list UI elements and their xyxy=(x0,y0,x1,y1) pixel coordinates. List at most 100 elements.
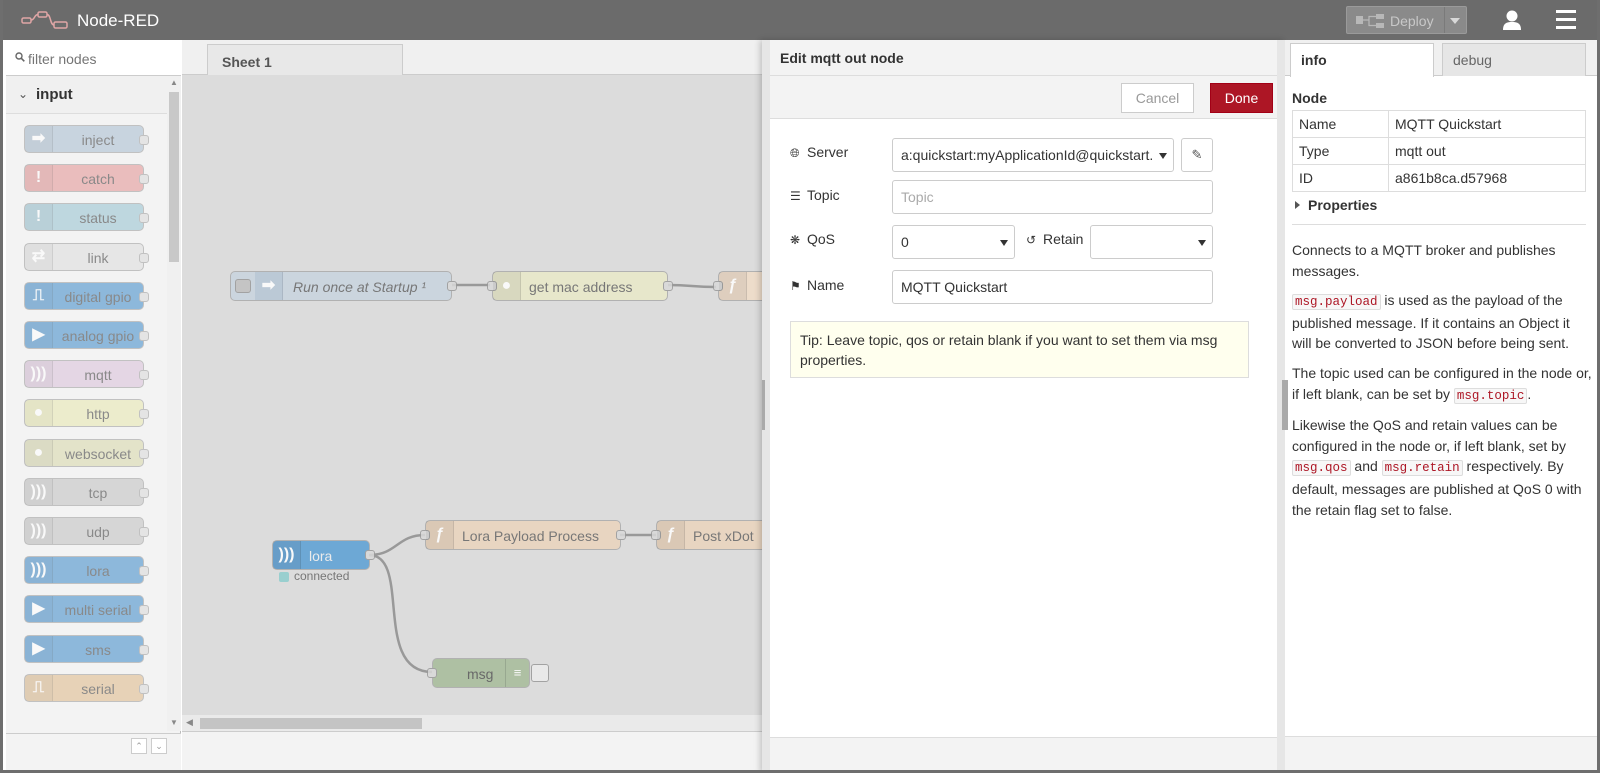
app-window: Node-RED Deploy filter nodes ⌄ input ➡ i… xyxy=(0,0,1600,773)
scroll-left-icon[interactable]: ◀ xyxy=(186,717,193,728)
palette-node-status[interactable]: ! status xyxy=(24,203,149,232)
node-red-logo xyxy=(21,11,68,29)
palette-node-analog-gpio[interactable]: ▶ analog gpio xyxy=(24,321,149,349)
palette-node-websocket[interactable]: ● websocket xyxy=(24,438,149,467)
flow-node-msg[interactable]: msg ≡ xyxy=(427,658,549,688)
palette-node-lora[interactable]: ))) lora xyxy=(24,556,149,585)
flow-node-get-mac[interactable]: ● get mac address xyxy=(487,271,673,301)
user-icon[interactable] xyxy=(1495,8,1529,34)
tray-header: Edit mqtt out node xyxy=(770,40,1277,76)
empire-icon: ❋ xyxy=(790,233,801,247)
code-inline: msg.retain xyxy=(1381,460,1463,477)
palette-node-tcp[interactable]: ))) tcp xyxy=(24,477,149,506)
palette-node-label: udp xyxy=(86,524,110,540)
filter-nodes-input[interactable] xyxy=(28,48,176,70)
palette-category-input[interactable]: ⌄ input xyxy=(6,76,167,114)
deploy-dropdown-icon[interactable] xyxy=(1450,18,1460,24)
palette-node-serial[interactable]: ⎍ serial xyxy=(24,673,149,702)
server-select[interactable]: a:quickstart:myApplicationId@quickstart. xyxy=(892,138,1174,172)
alert-icon: ! xyxy=(25,165,53,192)
sidebar: info debug Node Name MQTT Quickstart Type… xyxy=(1285,40,1597,770)
output-port[interactable] xyxy=(616,530,626,540)
name-input[interactable]: MQTT Quickstart xyxy=(892,270,1213,304)
category-label: input xyxy=(36,86,73,103)
code-inline: msg.payload xyxy=(1292,294,1381,311)
palette-node-multi-serial[interactable]: ▶ multi serial xyxy=(24,595,149,624)
deploy-label: Deploy xyxy=(1390,13,1434,29)
sidebar-footer xyxy=(1285,736,1597,770)
flow-node-post-xdot[interactable]: ƒ Post xDot xyxy=(651,520,762,550)
workspace-footer xyxy=(182,731,762,770)
input-port[interactable] xyxy=(427,668,437,678)
output-port[interactable] xyxy=(663,281,673,291)
function-icon: ƒ xyxy=(426,521,454,549)
flow-node-label: Lora Payload Process xyxy=(462,528,599,544)
flow-node-lora[interactable]: ))) lora xyxy=(272,540,375,570)
edit-server-button[interactable]: ✎ xyxy=(1181,138,1213,172)
chevron-down-icon: ⌄ xyxy=(18,87,29,101)
flow-node-run-once[interactable]: ➡ Run once at Startup ¹ xyxy=(230,271,457,301)
palette-node-digital-gpio[interactable]: ⎍ digital gpio xyxy=(24,281,149,310)
list-icon: ≡ xyxy=(505,659,529,687)
edit-node-tray: Edit mqtt out node Cancel Done 🌐︎ Server … xyxy=(762,40,1285,770)
done-button[interactable]: Done xyxy=(1210,83,1273,113)
workspace-tabs: Sheet 1 xyxy=(182,40,762,76)
palette-node-catch[interactable]: ! catch xyxy=(24,164,149,193)
help-paragraph: msg.payload is used as the payload of th… xyxy=(1292,292,1570,352)
palette-node-sms[interactable]: ▶ sms xyxy=(24,634,149,663)
output-port xyxy=(139,370,149,381)
expand-all-icon[interactable]: ⌄ xyxy=(151,738,167,754)
pencil-icon: ✎ xyxy=(1191,147,1203,162)
output-port xyxy=(139,174,149,185)
lora-status-text: connected xyxy=(294,569,350,583)
deploy-button[interactable]: Deploy xyxy=(1346,6,1467,34)
canvas-hscrollbar[interactable]: ◀ xyxy=(182,715,762,731)
topic-input[interactable]: Topic xyxy=(892,180,1213,214)
table-key: Name xyxy=(1292,110,1389,138)
table-key: ID xyxy=(1292,164,1389,192)
inject-trigger-button[interactable] xyxy=(235,279,251,293)
output-port[interactable] xyxy=(365,550,375,560)
properties-toggle[interactable]: Properties xyxy=(1292,197,1586,225)
tray-title: Edit mqtt out node xyxy=(780,50,904,66)
tag-icon: ⚑ xyxy=(790,279,801,293)
scroll-up-icon[interactable]: ▲ xyxy=(170,78,178,87)
palette-node-mqtt[interactable]: ))) mqtt xyxy=(24,360,149,389)
palette-scrollbar[interactable]: ▲ ▼ xyxy=(167,76,181,731)
status-dot xyxy=(279,572,289,582)
qos-select[interactable]: 0 xyxy=(892,225,1015,259)
cancel-button[interactable]: Cancel xyxy=(1121,83,1194,113)
retain-select[interactable] xyxy=(1090,225,1213,259)
tab-info[interactable]: info xyxy=(1290,43,1434,77)
output-port xyxy=(139,644,149,655)
table-value: MQTT Quickstart xyxy=(1388,110,1586,138)
tray-footer xyxy=(770,737,1277,770)
tab-debug[interactable]: debug xyxy=(1442,43,1586,76)
flow-node-label: get mac address xyxy=(529,279,633,295)
link-icon: ⇄ xyxy=(25,243,53,270)
wave-icon: ))) xyxy=(25,361,53,388)
debug-toggle-button[interactable] xyxy=(531,664,549,682)
table-key: Type xyxy=(1292,137,1389,165)
palette-node-label: multi serial xyxy=(64,602,132,619)
output-port[interactable] xyxy=(447,281,457,291)
flow-canvas[interactable]: ➡ Run once at Startup ¹ ● get mac addres… xyxy=(182,75,762,715)
tray-resize-handle[interactable] xyxy=(762,380,765,430)
tab-sheet-1[interactable]: Sheet 1 xyxy=(207,44,403,76)
scrollbar-thumb[interactable] xyxy=(200,718,422,729)
collapse-all-icon[interactable]: ⌃ xyxy=(131,738,147,754)
code-inline: msg.topic xyxy=(1453,387,1528,404)
history-icon: ↺ xyxy=(1026,233,1037,247)
flow-node-lora-payload[interactable]: ƒ Lora Payload Process xyxy=(420,520,626,550)
output-port xyxy=(139,487,149,498)
palette-node-udp[interactable]: ))) udp xyxy=(24,517,149,545)
palette-node-http[interactable]: ● http xyxy=(24,399,149,428)
output-port xyxy=(139,527,149,537)
main-menu-icon[interactable] xyxy=(1556,10,1582,32)
flow-node-function[interactable]: ƒ xyxy=(713,271,762,301)
scroll-down-icon[interactable]: ▼ xyxy=(170,718,178,727)
pulse-icon: ⎍ xyxy=(25,674,53,701)
scrollbar-thumb[interactable] xyxy=(169,92,179,262)
palette-node-link[interactable]: ⇄ link xyxy=(24,242,149,271)
palette-node-inject[interactable]: ➡ inject xyxy=(24,125,149,153)
